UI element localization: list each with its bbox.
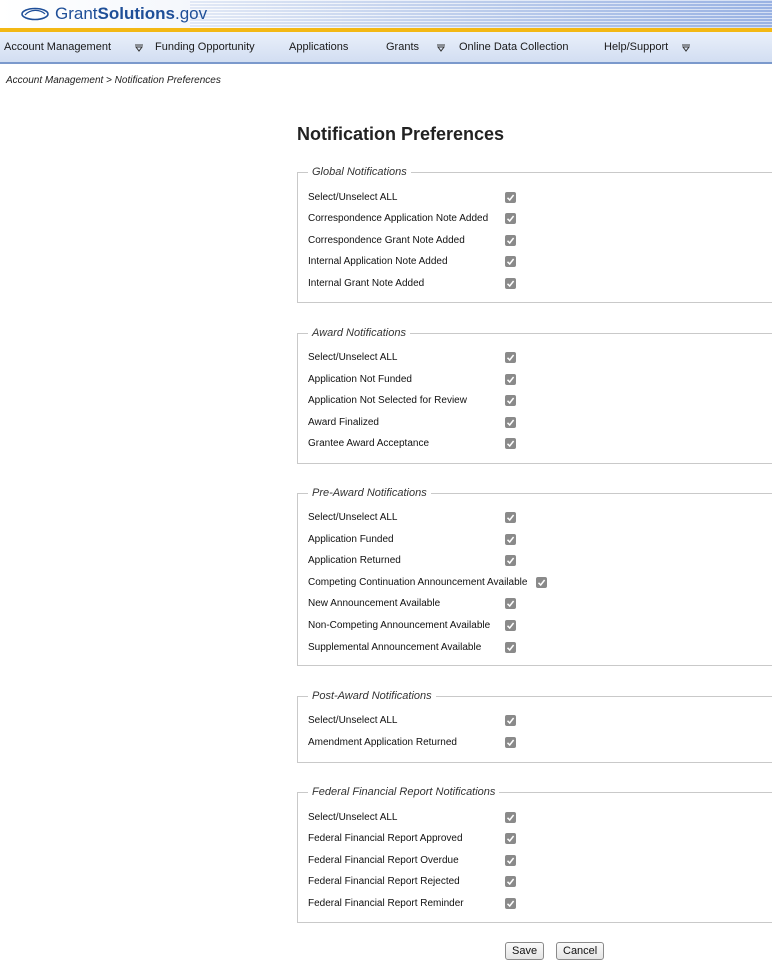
page-title: Notification Preferences	[297, 124, 505, 144]
notification-label: Application Returned	[308, 555, 401, 566]
notification-checkbox[interactable]	[505, 213, 516, 224]
notification-checkbox[interactable]	[505, 256, 516, 267]
notification-label: Select/Unselect ALL	[308, 352, 398, 363]
section-legend: Global Notifications	[308, 165, 411, 179]
notification-checkbox[interactable]	[505, 620, 516, 631]
notification-checkbox[interactable]	[505, 898, 516, 909]
federal-financial-report-notifications-section: Federal Financial Report Notifications S…	[297, 785, 772, 923]
notification-label: Select/Unselect ALL	[308, 812, 398, 823]
notification-checkbox[interactable]	[536, 577, 547, 588]
notification-label: Select/Unselect ALL	[308, 192, 398, 203]
select-all-checkbox[interactable]	[505, 192, 516, 203]
post-award-notifications-section: Post-Award Notifications Select/Unselect…	[297, 689, 772, 763]
global-notifications-section: Global Notifications Select/Unselect ALL…	[297, 165, 772, 303]
notification-label: Application Not Selected for Review	[308, 395, 467, 406]
logo-text-suffix: .gov	[174, 4, 208, 23]
logo-text-solutions: Solutions	[97, 4, 175, 23]
notification-label: Select/Unselect ALL	[308, 512, 398, 523]
notification-checkbox[interactable]	[505, 278, 516, 289]
select-all-checkbox[interactable]	[505, 715, 516, 726]
notification-checkbox[interactable]	[505, 235, 516, 246]
select-all-checkbox[interactable]	[505, 512, 516, 523]
notification-label: Federal Financial Report Reminder	[308, 898, 464, 909]
logo-text-grant: Grant	[55, 4, 98, 23]
main-nav: Account Management Funding Opportunity A…	[0, 32, 772, 64]
pre-award-notifications-section: Pre-Award Notifications Select/Unselect …	[297, 486, 772, 666]
award-notifications-section: Award Notifications Select/Unselect ALL …	[297, 326, 772, 464]
notification-checkbox[interactable]	[505, 555, 516, 566]
notification-checkbox[interactable]	[505, 876, 516, 887]
site-logo[interactable]: Grant Solutions .gov	[20, 4, 207, 24]
nav-grants[interactable]: Grants	[386, 32, 419, 62]
nav-account-management-dropdown-icon[interactable]	[134, 44, 144, 52]
section-legend: Federal Financial Report Notifications	[308, 785, 500, 799]
notification-label: Competing Continuation Announcement Avai…	[308, 577, 528, 588]
notification-checkbox[interactable]	[505, 374, 516, 385]
nav-funding-opportunity[interactable]: Funding Opportunity	[155, 32, 255, 62]
notification-label: Supplemental Announcement Available	[308, 642, 482, 653]
notification-checkbox[interactable]	[505, 438, 516, 449]
notification-label: Federal Financial Report Rejected	[308, 876, 460, 887]
notification-checkbox[interactable]	[505, 598, 516, 609]
header-decoration	[190, 0, 772, 28]
notification-checkbox[interactable]	[505, 642, 516, 653]
notification-checkbox[interactable]	[505, 417, 516, 428]
save-button[interactable]: Save	[505, 942, 545, 960]
nav-account-management[interactable]: Account Management	[4, 32, 111, 62]
notification-checkbox[interactable]	[505, 855, 516, 866]
site-header: Grant Solutions .gov	[0, 0, 772, 28]
cancel-button[interactable]: Cancel	[556, 942, 605, 960]
nav-help-support-dropdown-icon[interactable]	[681, 44, 691, 52]
grantsolutions-logo-icon	[21, 7, 49, 21]
notification-label: Application Funded	[308, 534, 394, 545]
notification-label: Award Finalized	[308, 417, 379, 428]
notification-label: Federal Financial Report Approved	[308, 833, 463, 844]
notification-checkbox[interactable]	[505, 737, 516, 748]
notification-label: Non-Competing Announcement Available	[308, 620, 491, 631]
notification-label: New Announcement Available	[308, 598, 441, 609]
breadcrumb: Account Management > Notification Prefer…	[6, 75, 221, 86]
select-all-checkbox[interactable]	[505, 812, 516, 823]
nav-grants-dropdown-icon[interactable]	[436, 44, 446, 52]
notification-label: Grantee Award Acceptance	[308, 438, 430, 449]
section-legend: Award Notifications	[308, 326, 410, 340]
notification-label: Internal Grant Note Added	[308, 278, 425, 289]
notification-checkbox[interactable]	[505, 833, 516, 844]
section-legend: Post-Award Notifications	[308, 689, 436, 703]
notification-label: Amendment Application Returned	[308, 737, 457, 748]
notification-label: Correspondence Application Note Added	[308, 213, 489, 224]
nav-online-data-collection[interactable]: Online Data Collection	[459, 32, 568, 62]
notification-label: Application Not Funded	[308, 374, 412, 385]
notification-label: Federal Financial Report Overdue	[308, 855, 459, 866]
notification-checkbox[interactable]	[505, 395, 516, 406]
section-legend: Pre-Award Notifications	[308, 486, 431, 500]
notification-label: Select/Unselect ALL	[308, 715, 398, 726]
notification-label: Internal Application Note Added	[308, 256, 448, 267]
select-all-checkbox[interactable]	[505, 352, 516, 363]
nav-applications[interactable]: Applications	[289, 32, 348, 62]
nav-help-support[interactable]: Help/Support	[604, 32, 668, 62]
notification-checkbox[interactable]	[505, 534, 516, 545]
notification-label: Correspondence Grant Note Added	[308, 235, 465, 246]
